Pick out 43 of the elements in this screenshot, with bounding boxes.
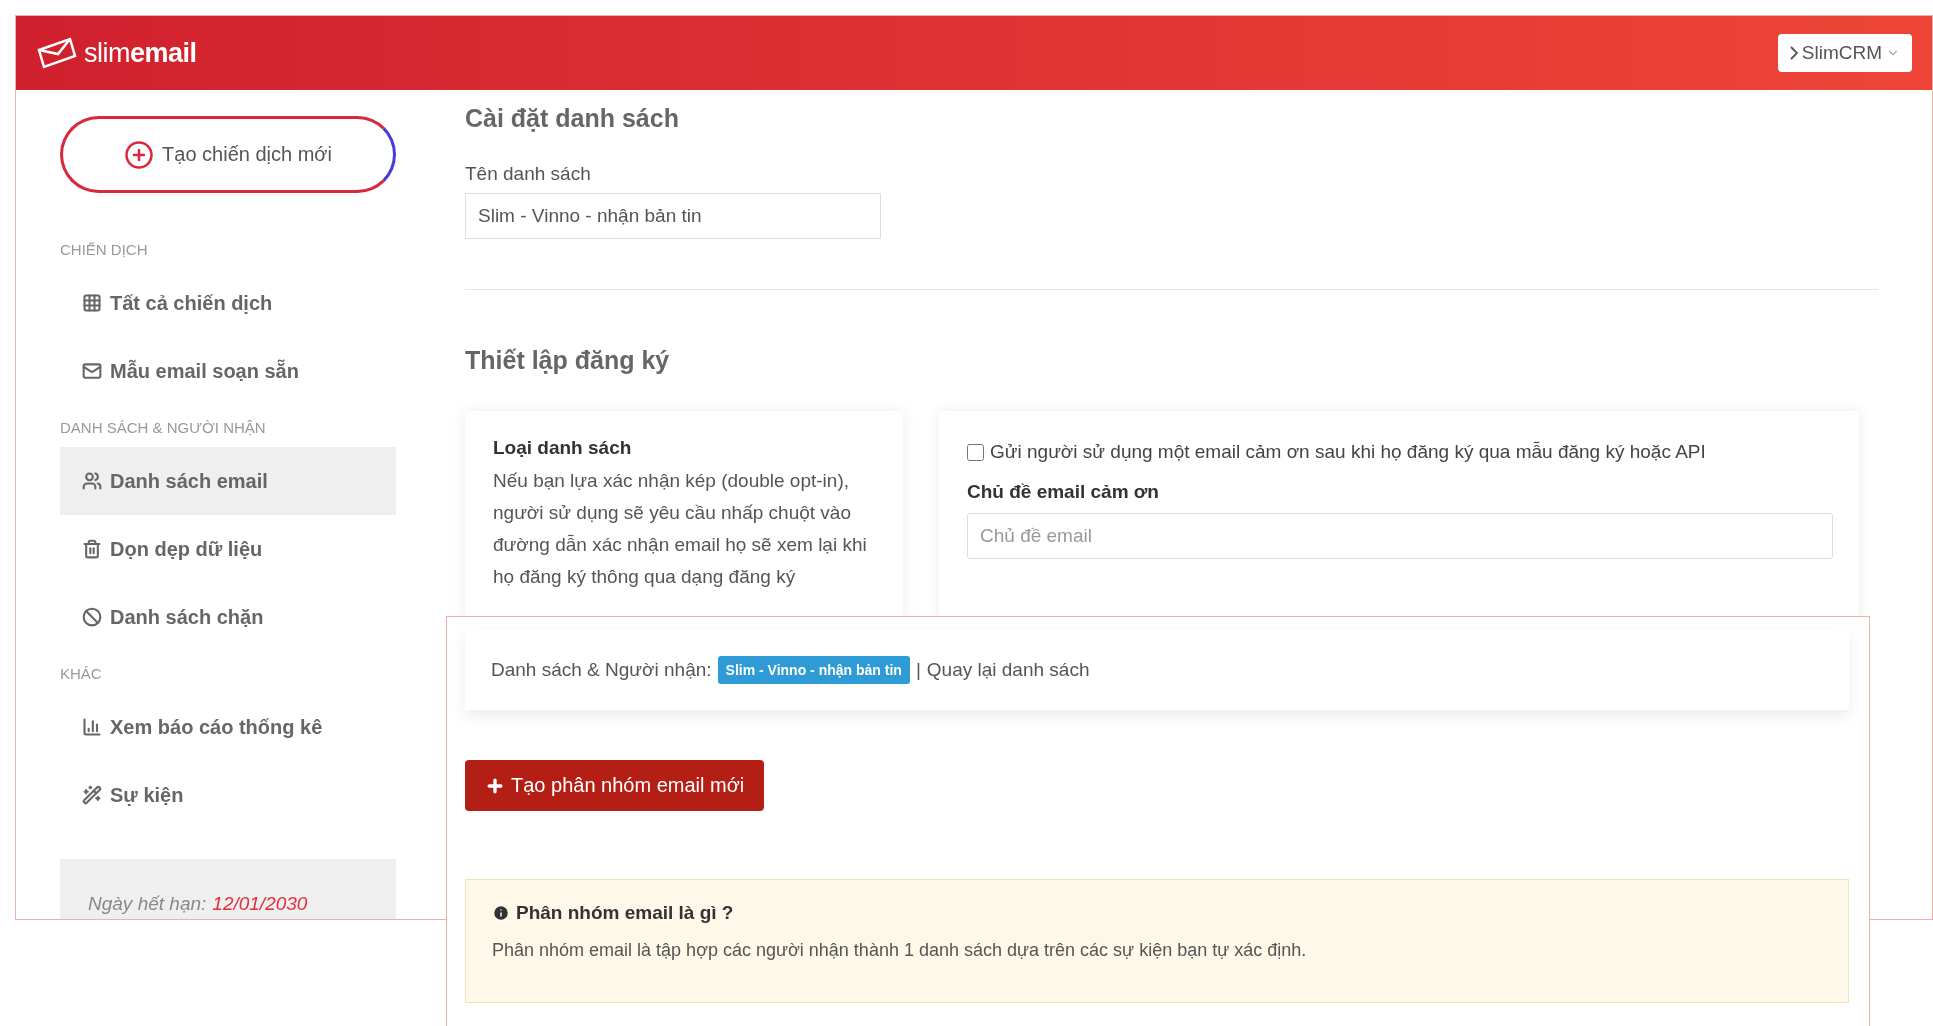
trash-icon	[82, 539, 102, 559]
ban-icon	[82, 607, 102, 627]
settings-title: Cài đặt danh sách	[465, 104, 680, 133]
sidebar-item[interactable]: Mẫu email soạn sẵn	[60, 337, 396, 405]
list-type-description: Nếu bạn lựa xác nhận kép (double opt-in), người sử dụng sẽ yêu cầu nhấp chuột vào đường dẫn xác nhận email họ sẽ xem lại khi họ đăng ký thông qua dạng đăng ký	[493, 469, 868, 589]
expiry-label: Ngày hết hạn:	[88, 893, 207, 915]
signup-title: Thiết lập đăng ký	[465, 346, 671, 375]
list-badge: Slim - Vinno - nhận bản tin	[717, 656, 910, 684]
checkbox[interactable]	[967, 443, 984, 461]
breadcrumb-label: Danh sách & Người nhận:	[491, 659, 712, 681]
info-title: Phân nhóm email là gì ?	[516, 902, 734, 924]
list-name-field[interactable]: Slim - Vinno - nhận bản tin	[465, 193, 881, 239]
subject-label: Chủ đề email cảm ơn	[967, 481, 1160, 503]
envelope-icon	[82, 361, 102, 381]
section-title: DANH SÁCH & NGƯỜI NHẬN	[60, 419, 267, 438]
chevron-right-icon	[1789, 46, 1798, 60]
subject-field[interactable]: Chủ đề email	[967, 513, 1833, 559]
back-link[interactable]: Quay lại danh sách	[926, 659, 1090, 681]
section-title: CHIẾN DỊCH	[60, 241, 149, 260]
bar-chart-icon	[82, 717, 102, 737]
thank-you-checkbox-label: Gửi người sử dụng một email cảm ơn sau khi họ đăng ký qua mẫu đăng ký hoặc API	[967, 441, 1833, 463]
new-segment-button[interactable]: Tạo phân nhóm email mới	[465, 760, 765, 811]
grid-icon	[82, 293, 102, 313]
separator: |	[915, 659, 921, 681]
sidebar-item[interactable]: Danh sách email	[60, 447, 396, 515]
logo-text: slimemail	[84, 37, 197, 69]
wand-icon	[82, 785, 102, 805]
users-icon	[82, 471, 102, 491]
new-campaign-button[interactable]: Tạo chiến dịch mới	[60, 116, 396, 193]
sidebar-item[interactable]: Xem báo cáo thống kê	[60, 693, 396, 761]
list-name-label: Tên danh sách	[465, 163, 592, 185]
expiry-date: 12/01/2030	[212, 893, 308, 915]
sidebar-item[interactable]: Tất cả chiến dịch	[60, 269, 396, 337]
section-title: KHÁC	[60, 665, 103, 684]
sidebar-item[interactable]: Sự kiện	[60, 761, 396, 829]
app-switcher-button[interactable]: SlimCRM	[1777, 34, 1912, 72]
info-icon	[492, 904, 510, 922]
sidebar-item[interactable]: Dọn dẹp dữ liệu	[60, 515, 396, 583]
info-text: Phân nhóm email là tập hợp các người nhận thành 1 danh sách dựa trên các sự kiện bạn tự xác định.	[492, 940, 1308, 961]
envelope-logo-icon	[36, 36, 78, 70]
list-type-title: Loại danh sách	[493, 437, 633, 459]
sidebar-item[interactable]: Danh sách chặn	[60, 583, 396, 651]
plus-circle-icon	[124, 139, 155, 170]
